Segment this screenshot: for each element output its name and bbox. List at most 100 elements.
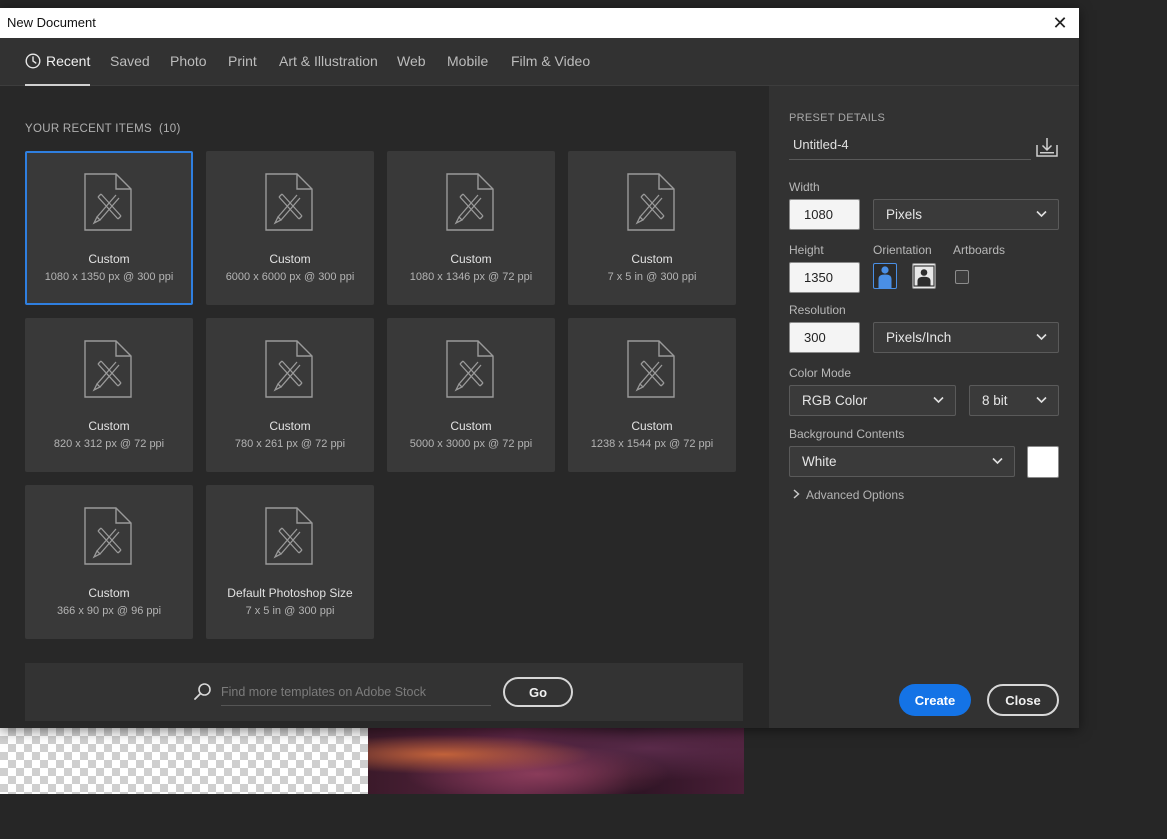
advanced-options-label: Advanced Options bbox=[806, 488, 905, 502]
recent-heading-text: YOUR RECENT ITEMS bbox=[25, 123, 152, 135]
recent-items-panel: YOUR RECENT ITEMS (10) Custom 1080 x 1350… bbox=[0, 86, 769, 728]
recent-item-name: Default Photoshop Size bbox=[227, 586, 353, 600]
chevron-right-icon bbox=[793, 489, 800, 499]
background-color-swatch[interactable] bbox=[1027, 446, 1059, 478]
tab-label: Photo bbox=[170, 53, 207, 69]
chevron-down-icon bbox=[933, 396, 944, 404]
recent-item-card[interactable]: Custom 6000 x 6000 px @ 300 ppi bbox=[206, 151, 374, 305]
stock-search-input[interactable] bbox=[221, 678, 491, 706]
landscape-person-icon bbox=[913, 265, 935, 287]
portrait-person-icon bbox=[878, 266, 892, 288]
tab-label: Saved bbox=[110, 53, 150, 69]
chevron-down-icon bbox=[1036, 333, 1047, 341]
document-file-icon bbox=[265, 507, 313, 565]
height-label: Height bbox=[789, 243, 824, 257]
tab-label: Recent bbox=[46, 53, 91, 69]
recent-item-name: Custom bbox=[269, 419, 311, 433]
category-tabs: Recent Saved Photo Print Art & Illustrat… bbox=[0, 38, 1079, 86]
resolution-label: Resolution bbox=[789, 303, 846, 317]
background-contents-label: Background Contents bbox=[789, 427, 905, 441]
new-document-dialog: New Document ✕ Recent Saved Photo Print … bbox=[0, 8, 1079, 728]
save-preset-icon[interactable] bbox=[1036, 137, 1058, 157]
recent-item-card[interactable]: Custom 780 x 261 px @ 72 ppi bbox=[206, 318, 374, 472]
recent-item-card[interactable]: Custom 7 x 5 in @ 300 ppi bbox=[568, 151, 736, 305]
recent-item-name: Custom bbox=[88, 252, 130, 266]
resolution-unit-value: Pixels/Inch bbox=[886, 330, 952, 345]
bit-depth-value: 8 bit bbox=[982, 393, 1008, 408]
bit-depth-select[interactable]: 8 bit bbox=[969, 385, 1059, 416]
tab-mobile[interactable]: Mobile bbox=[447, 38, 488, 86]
tab-label: Film & Video bbox=[511, 53, 591, 69]
tab-label: Art & Illustration bbox=[279, 53, 378, 69]
document-file-icon bbox=[84, 173, 132, 231]
recent-item-name: Custom bbox=[269, 252, 311, 266]
tab-print[interactable]: Print bbox=[228, 38, 257, 86]
document-file-icon bbox=[627, 340, 675, 398]
search-icon bbox=[194, 683, 211, 700]
tab-film-video[interactable]: Film & Video bbox=[511, 38, 590, 86]
artboards-checkbox[interactable] bbox=[955, 270, 969, 284]
document-file-icon bbox=[446, 173, 494, 231]
canvas-photo-strip bbox=[368, 728, 744, 794]
tab-label: Mobile bbox=[447, 53, 489, 69]
tab-label: Web bbox=[397, 53, 426, 69]
width-field[interactable] bbox=[789, 199, 860, 230]
document-file-icon bbox=[265, 340, 313, 398]
title-bar: New Document ✕ bbox=[0, 8, 1079, 38]
artboards-label: Artboards bbox=[953, 243, 1006, 257]
color-mode-select[interactable]: RGB Color bbox=[789, 385, 956, 416]
tab-recent[interactable]: Recent bbox=[25, 38, 91, 86]
go-button[interactable]: Go bbox=[503, 677, 573, 707]
document-file-icon bbox=[265, 173, 313, 231]
tab-photo[interactable]: Photo bbox=[170, 38, 207, 86]
orientation-label: Orientation bbox=[873, 243, 932, 257]
tab-saved[interactable]: Saved bbox=[110, 38, 150, 86]
recent-item-dimensions: 1238 x 1544 px @ 72 ppi bbox=[590, 438, 714, 450]
canvas-transparency-strip bbox=[0, 728, 368, 794]
advanced-options-toggle[interactable]: Advanced Options bbox=[793, 488, 904, 502]
stock-search-bar: Go bbox=[25, 663, 743, 721]
recent-item-dimensions: 820 x 312 px @ 72 ppi bbox=[53, 438, 165, 450]
recent-items-heading: YOUR RECENT ITEMS (10) bbox=[25, 123, 181, 135]
recent-item-name: Custom bbox=[450, 252, 492, 266]
recent-item-dimensions: 366 x 90 px @ 96 ppi bbox=[56, 605, 162, 617]
tab-art-illustration[interactable]: Art & Illustration bbox=[279, 38, 378, 86]
portrait-orientation-button[interactable] bbox=[873, 263, 897, 289]
recent-item-name: Custom bbox=[450, 419, 492, 433]
recent-item-card[interactable]: Custom 820 x 312 px @ 72 ppi bbox=[25, 318, 193, 472]
preset-details-panel: PRESET DETAILS Width Pixels Height Orien… bbox=[769, 86, 1079, 728]
color-mode-label: Color Mode bbox=[789, 366, 852, 380]
recent-item-card[interactable]: Custom 1238 x 1544 px @ 72 ppi bbox=[568, 318, 736, 472]
recent-item-dimensions: 6000 x 6000 px @ 300 ppi bbox=[225, 271, 355, 283]
recent-item-dimensions: 5000 x 3000 px @ 72 ppi bbox=[409, 438, 533, 450]
close-icon[interactable]: ✕ bbox=[1049, 12, 1071, 34]
resolution-field[interactable] bbox=[789, 322, 860, 353]
landscape-orientation-button[interactable] bbox=[912, 263, 936, 289]
document-file-icon bbox=[446, 340, 494, 398]
tab-label: Print bbox=[228, 53, 257, 69]
recent-item-dimensions: 7 x 5 in @ 300 ppi bbox=[607, 271, 697, 283]
recent-item-card[interactable]: Custom 1080 x 1350 px @ 300 ppi bbox=[25, 151, 193, 305]
recent-item-card[interactable]: Custom 1080 x 1346 px @ 72 ppi bbox=[387, 151, 555, 305]
window-title: New Document bbox=[7, 15, 96, 30]
background-contents-select[interactable]: White bbox=[789, 446, 1015, 477]
resolution-unit-select[interactable]: Pixels/Inch bbox=[873, 322, 1059, 353]
width-unit-value: Pixels bbox=[886, 207, 923, 222]
document-file-icon bbox=[84, 340, 132, 398]
recent-item-dimensions: 7 x 5 in @ 300 ppi bbox=[245, 605, 335, 617]
height-field[interactable] bbox=[789, 262, 860, 293]
tab-web[interactable]: Web bbox=[397, 38, 426, 86]
recent-item-dimensions: 780 x 261 px @ 72 ppi bbox=[234, 438, 346, 450]
background-contents-value: White bbox=[802, 454, 837, 469]
close-button[interactable]: Close bbox=[987, 684, 1059, 716]
document-name-field[interactable] bbox=[789, 130, 1031, 160]
recent-item-card[interactable]: Custom 5000 x 3000 px @ 72 ppi bbox=[387, 318, 555, 472]
recent-item-card[interactable]: Custom 366 x 90 px @ 96 ppi bbox=[25, 485, 193, 639]
recent-item-card[interactable]: Default Photoshop Size 7 x 5 in @ 300 ppi bbox=[206, 485, 374, 639]
chevron-down-icon bbox=[1036, 210, 1047, 218]
document-file-icon bbox=[627, 173, 675, 231]
create-button[interactable]: Create bbox=[899, 684, 971, 716]
recent-item-name: Custom bbox=[631, 419, 673, 433]
recent-item-name: Custom bbox=[88, 586, 130, 600]
width-unit-select[interactable]: Pixels bbox=[873, 199, 1059, 230]
